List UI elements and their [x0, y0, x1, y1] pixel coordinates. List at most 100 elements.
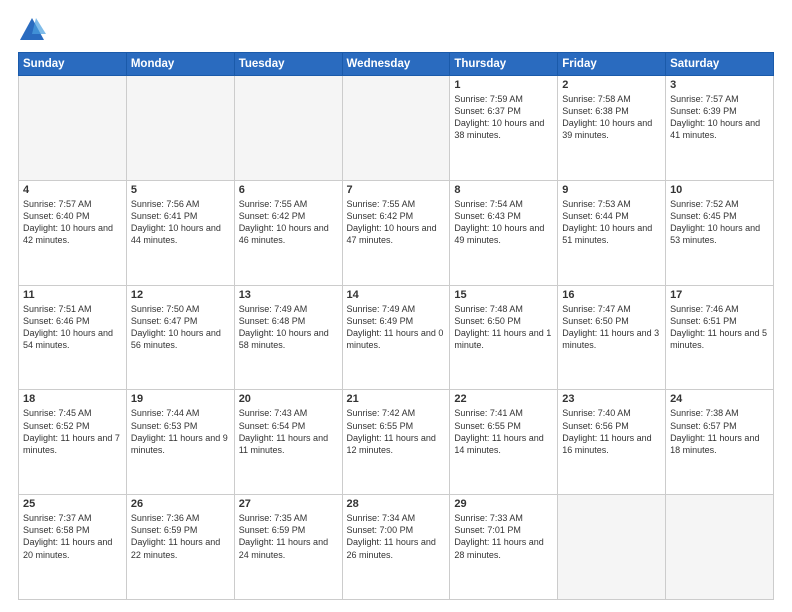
day-info: Sunrise: 7:49 AM Sunset: 6:49 PM Dayligh… — [347, 303, 446, 352]
day-number: 7 — [347, 184, 446, 196]
day-info: Sunrise: 7:57 AM Sunset: 6:39 PM Dayligh… — [670, 93, 769, 142]
day-number: 25 — [23, 498, 122, 510]
day-info: Sunrise: 7:45 AM Sunset: 6:52 PM Dayligh… — [23, 407, 122, 456]
day-number: 1 — [454, 79, 553, 91]
day-number: 23 — [562, 393, 661, 405]
calendar-cell: 10Sunrise: 7:52 AM Sunset: 6:45 PM Dayli… — [666, 180, 774, 285]
day-info: Sunrise: 7:58 AM Sunset: 6:38 PM Dayligh… — [562, 93, 661, 142]
calendar-cell: 16 Sunrise: 7:47 AM Sunset: 6:50 PM Dayli… — [558, 285, 666, 390]
calendar-cell: 27Sunrise: 7:35 AM Sunset: 6:59 PM Dayli… — [234, 495, 342, 600]
day-info: Sunrise: 7:55 AM Sunset: 6:42 PM Dayligh… — [239, 198, 338, 247]
calendar-cell: 6Sunrise: 7:55 AM Sunset: 6:42 PM Daylig… — [234, 180, 342, 285]
calendar-cell: 28 Sunrise: 7:34 AM Sunset: 7:00 PM Dayli… — [342, 495, 450, 600]
day-info: Sunrise: 7:44 AM Sunset: 6:53 PM Dayligh… — [131, 407, 230, 456]
day-number: 22 — [454, 393, 553, 405]
day-info: Sunrise: 7:41 AM Sunset: 6:55 PM Dayligh… — [454, 407, 553, 456]
calendar-cell: 20 Sunrise: 7:43 AM Sunset: 6:54 PM Dayli… — [234, 390, 342, 495]
day-info: Sunrise: 7:48 AM Sunset: 6:50 PM Dayligh… — [454, 303, 553, 352]
day-number: 4 — [23, 184, 122, 196]
day-info: Sunrise: 7:56 AM Sunset: 6:41 PM Dayligh… — [131, 198, 230, 247]
calendar-cell: 2 Sunrise: 7:58 AM Sunset: 6:38 PM Daylig… — [558, 76, 666, 181]
day-number: 24 — [670, 393, 769, 405]
calendar-week-row: 11 Sunrise: 7:51 AM Sunset: 6:46 PM Dayli… — [19, 285, 774, 390]
weekday-header: Thursday — [450, 53, 558, 76]
day-info: Sunrise: 7:43 AM Sunset: 6:54 PM Dayligh… — [239, 407, 338, 456]
day-info: Sunrise: 7:59 AM Sunset: 6:37 PM Dayligh… — [454, 93, 553, 142]
calendar-cell: 25 Sunrise: 7:37 AM Sunset: 6:58 PM Dayli… — [19, 495, 127, 600]
day-info: Sunrise: 7:51 AM Sunset: 6:46 PM Dayligh… — [23, 303, 122, 352]
calendar-cell: 12 Sunrise: 7:50 AM Sunset: 6:47 PM Dayli… — [126, 285, 234, 390]
calendar-cell: 7 Sunrise: 7:55 AM Sunset: 6:42 PM Daylig… — [342, 180, 450, 285]
day-number: 19 — [131, 393, 230, 405]
calendar-week-row: 4 Sunrise: 7:57 AM Sunset: 6:40 PM Daylig… — [19, 180, 774, 285]
day-info: Sunrise: 7:33 AM Sunset: 7:01 PM Dayligh… — [454, 512, 553, 561]
page: SundayMondayTuesdayWednesdayThursdayFrid… — [0, 0, 792, 612]
weekday-header: Sunday — [19, 53, 127, 76]
calendar-cell: 19 Sunrise: 7:44 AM Sunset: 6:53 PM Dayli… — [126, 390, 234, 495]
calendar-cell — [666, 495, 774, 600]
calendar-table: SundayMondayTuesdayWednesdayThursdayFrid… — [18, 52, 774, 600]
calendar-cell: 15 Sunrise: 7:48 AM Sunset: 6:50 PM Dayli… — [450, 285, 558, 390]
calendar-cell: 13 Sunrise: 7:49 AM Sunset: 6:48 PM Dayli… — [234, 285, 342, 390]
day-number: 21 — [347, 393, 446, 405]
day-info: Sunrise: 7:55 AM Sunset: 6:42 PM Dayligh… — [347, 198, 446, 247]
weekday-header: Wednesday — [342, 53, 450, 76]
calendar-week-row: 18 Sunrise: 7:45 AM Sunset: 6:52 PM Dayli… — [19, 390, 774, 495]
calendar-cell: 26Sunrise: 7:36 AM Sunset: 6:59 PM Dayli… — [126, 495, 234, 600]
day-number: 29 — [454, 498, 553, 510]
calendar-cell: 3 Sunrise: 7:57 AM Sunset: 6:39 PM Daylig… — [666, 76, 774, 181]
calendar-cell: 11 Sunrise: 7:51 AM Sunset: 6:46 PM Dayli… — [19, 285, 127, 390]
day-info: Sunrise: 7:46 AM Sunset: 6:51 PM Dayligh… — [670, 303, 769, 352]
day-number: 2 — [562, 79, 661, 91]
day-info: Sunrise: 7:47 AM Sunset: 6:50 PM Dayligh… — [562, 303, 661, 352]
calendar-cell — [19, 76, 127, 181]
day-number: 15 — [454, 289, 553, 301]
calendar-cell — [234, 76, 342, 181]
day-info: Sunrise: 7:35 AM Sunset: 6:59 PM Dayligh… — [239, 512, 338, 561]
day-number: 17 — [670, 289, 769, 301]
day-number: 9 — [562, 184, 661, 196]
calendar-cell — [558, 495, 666, 600]
day-number: 3 — [670, 79, 769, 91]
day-number: 28 — [347, 498, 446, 510]
weekday-header: Saturday — [666, 53, 774, 76]
day-info: Sunrise: 7:57 AM Sunset: 6:40 PM Dayligh… — [23, 198, 122, 247]
day-info: Sunrise: 7:42 AM Sunset: 6:55 PM Dayligh… — [347, 407, 446, 456]
day-number: 10 — [670, 184, 769, 196]
day-info: Sunrise: 7:50 AM Sunset: 6:47 PM Dayligh… — [131, 303, 230, 352]
day-number: 5 — [131, 184, 230, 196]
weekday-header: Tuesday — [234, 53, 342, 76]
calendar-cell: 23 Sunrise: 7:40 AM Sunset: 6:56 PM Dayli… — [558, 390, 666, 495]
day-info: Sunrise: 7:40 AM Sunset: 6:56 PM Dayligh… — [562, 407, 661, 456]
calendar-week-row: 25 Sunrise: 7:37 AM Sunset: 6:58 PM Dayli… — [19, 495, 774, 600]
calendar-cell: 17 Sunrise: 7:46 AM Sunset: 6:51 PM Dayli… — [666, 285, 774, 390]
day-number: 26 — [131, 498, 230, 510]
calendar-cell: 22 Sunrise: 7:41 AM Sunset: 6:55 PM Dayli… — [450, 390, 558, 495]
day-number: 13 — [239, 289, 338, 301]
calendar-cell: 1 Sunrise: 7:59 AM Sunset: 6:37 PM Daylig… — [450, 76, 558, 181]
day-number: 20 — [239, 393, 338, 405]
calendar-cell — [342, 76, 450, 181]
calendar-cell: 14 Sunrise: 7:49 AM Sunset: 6:49 PM Dayli… — [342, 285, 450, 390]
calendar-cell: 29 Sunrise: 7:33 AM Sunset: 7:01 PM Dayli… — [450, 495, 558, 600]
calendar-week-row: 1 Sunrise: 7:59 AM Sunset: 6:37 PM Daylig… — [19, 76, 774, 181]
weekday-header: Friday — [558, 53, 666, 76]
logo — [18, 16, 50, 44]
calendar-cell: 18 Sunrise: 7:45 AM Sunset: 6:52 PM Dayli… — [19, 390, 127, 495]
calendar-cell: 5 Sunrise: 7:56 AM Sunset: 6:41 PM Daylig… — [126, 180, 234, 285]
calendar-header-row: SundayMondayTuesdayWednesdayThursdayFrid… — [19, 53, 774, 76]
day-info: Sunrise: 7:49 AM Sunset: 6:48 PM Dayligh… — [239, 303, 338, 352]
day-info: Sunrise: 7:38 AM Sunset: 6:57 PM Dayligh… — [670, 407, 769, 456]
weekday-header: Monday — [126, 53, 234, 76]
day-number: 12 — [131, 289, 230, 301]
calendar-cell — [126, 76, 234, 181]
day-info: Sunrise: 7:37 AM Sunset: 6:58 PM Dayligh… — [23, 512, 122, 561]
day-info: Sunrise: 7:34 AM Sunset: 7:00 PM Dayligh… — [347, 512, 446, 561]
day-number: 11 — [23, 289, 122, 301]
calendar-cell: 9Sunrise: 7:53 AM Sunset: 6:44 PM Daylig… — [558, 180, 666, 285]
day-number: 14 — [347, 289, 446, 301]
calendar-cell: 8Sunrise: 7:54 AM Sunset: 6:43 PM Daylig… — [450, 180, 558, 285]
day-number: 18 — [23, 393, 122, 405]
calendar-cell: 4 Sunrise: 7:57 AM Sunset: 6:40 PM Daylig… — [19, 180, 127, 285]
day-number: 16 — [562, 289, 661, 301]
